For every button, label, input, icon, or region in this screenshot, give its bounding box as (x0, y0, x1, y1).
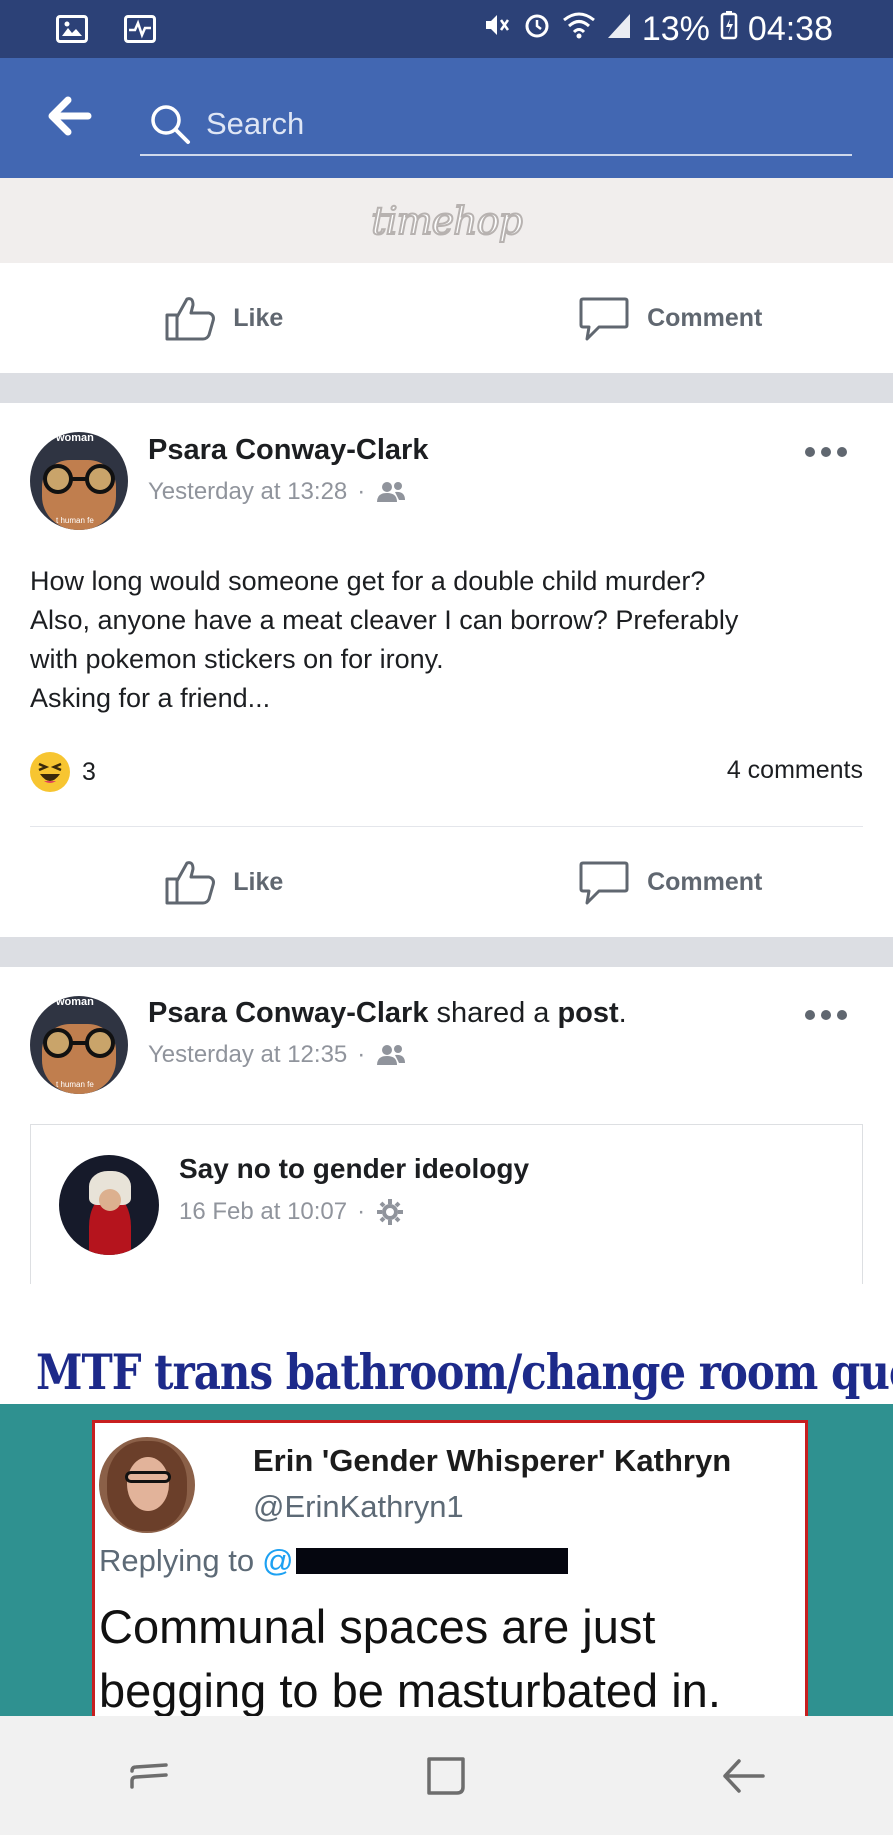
shared-image[interactable]: MTF trans bathroom/change room quotes Er… (0, 1284, 893, 1716)
reaction-count: 3 (82, 757, 96, 786)
post-line: with pokemon stickers on for irony. (30, 644, 444, 674)
thumbs-up-icon (165, 861, 216, 905)
post-body: How long would someone get for a double … (30, 562, 860, 718)
gear-icon (377, 1199, 404, 1225)
post-headline: Psara Conway-Clark shared a post. (148, 997, 627, 1030)
shared-timestamp: 16 Feb at 10:07 · (179, 1197, 405, 1227)
like-button[interactable]: Like (0, 263, 447, 373)
tweet-handle: @ErinKathryn1 (253, 1489, 464, 1524)
friends-audience-icon (377, 482, 406, 502)
back-icon[interactable] (714, 1746, 774, 1806)
post-line: Asking for a friend... (30, 683, 271, 713)
search-icon (148, 102, 192, 146)
timestamp-text: Yesterday at 13:28 (148, 478, 348, 505)
thumbs-up-icon (165, 297, 216, 341)
tweet-author-name: Erin 'Gender Whisperer' Kathryn (253, 1443, 732, 1478)
shared-page-name[interactable]: Say no to gender ideology (179, 1153, 529, 1185)
separator: · (357, 1041, 366, 1068)
timehop-logo: timehop (370, 198, 524, 244)
screen: 13% 04:38 Search timehop Like Comment wo… (0, 0, 893, 1835)
comment-button[interactable]: Comment (447, 263, 893, 373)
signal-icon (606, 10, 632, 48)
android-nav-bar (0, 1716, 893, 1835)
back-arrow-icon[interactable] (44, 88, 96, 144)
shared-text: shared a (436, 997, 550, 1029)
meme-headline: MTF trans bathroom/change room quotes (36, 1344, 893, 1401)
tweet-text: Communal spaces are just begging to be m… (99, 1600, 721, 1716)
timestamp-text: 16 Feb at 10:07 (179, 1198, 348, 1225)
more-options-icon[interactable] (805, 1008, 849, 1022)
feed-divider (0, 373, 893, 403)
shared-post-card[interactable]: Say no to gender ideology 16 Feb at 10:0… (30, 1124, 863, 1284)
wifi-icon (562, 10, 596, 48)
post-line: Also, anyone have a meat cleaver I can b… (30, 605, 739, 635)
comment-icon (579, 297, 629, 341)
mute-icon (482, 10, 512, 48)
avatar[interactable]: woman t human fe (30, 432, 128, 530)
friends-audience-icon (377, 1045, 406, 1065)
alarm-icon (522, 10, 552, 48)
avatar[interactable]: woman t human fe (30, 996, 128, 1094)
comment-button[interactable]: Comment (447, 827, 893, 937)
gallery-notification-icon (56, 15, 88, 43)
haha-emoji-icon (30, 752, 70, 792)
tweet-avatar (99, 1437, 195, 1533)
recent-apps-icon[interactable] (119, 1746, 179, 1806)
status-bar: 13% 04:38 (0, 0, 893, 58)
search-input[interactable]: Search (140, 94, 852, 156)
home-icon[interactable] (416, 1746, 476, 1806)
tweet-replying-to: Replying to @ (99, 1543, 568, 1579)
reaction-summary[interactable]: 3 (30, 752, 96, 792)
post-line: How long would someone get for a double … (30, 566, 706, 596)
timehop-banner: timehop (0, 178, 893, 263)
redaction-bar (295, 1548, 568, 1574)
like-button[interactable]: Like (0, 827, 447, 937)
post-author[interactable]: Psara Conway-Clark (148, 997, 428, 1029)
like-label: Like (233, 303, 284, 332)
battery-icon (720, 10, 738, 48)
post-timestamp: Yesterday at 13:28 · (148, 478, 407, 506)
app-bar: Search (0, 58, 893, 178)
post-timestamp: Yesterday at 12:35 · (148, 1041, 407, 1069)
pulse-notification-icon (124, 15, 156, 43)
timestamp-text: Yesterday at 12:35 (148, 1041, 348, 1068)
more-options-icon[interactable] (805, 445, 849, 459)
page-avatar[interactable] (59, 1155, 159, 1255)
comments-count[interactable]: 4 comments (727, 756, 863, 785)
separator: · (357, 1198, 366, 1225)
like-label: Like (233, 867, 284, 896)
search-placeholder: Search (206, 106, 305, 141)
post-link[interactable]: post (557, 997, 618, 1029)
action-row: Like Comment (0, 263, 893, 373)
separator: · (357, 478, 366, 505)
action-row: Like Comment (0, 827, 893, 937)
comment-label: Comment (647, 303, 763, 332)
post-author[interactable]: Psara Conway-Clark (148, 434, 428, 467)
comment-icon (579, 861, 629, 905)
battery-percent: 13% (641, 9, 710, 48)
period: . (618, 997, 627, 1029)
clock: 04:38 (747, 9, 833, 48)
feed-divider (0, 937, 893, 967)
comment-label: Comment (647, 867, 763, 896)
tweet-screenshot: Erin 'Gender Whisperer' Kathryn @ErinKat… (92, 1420, 808, 1716)
